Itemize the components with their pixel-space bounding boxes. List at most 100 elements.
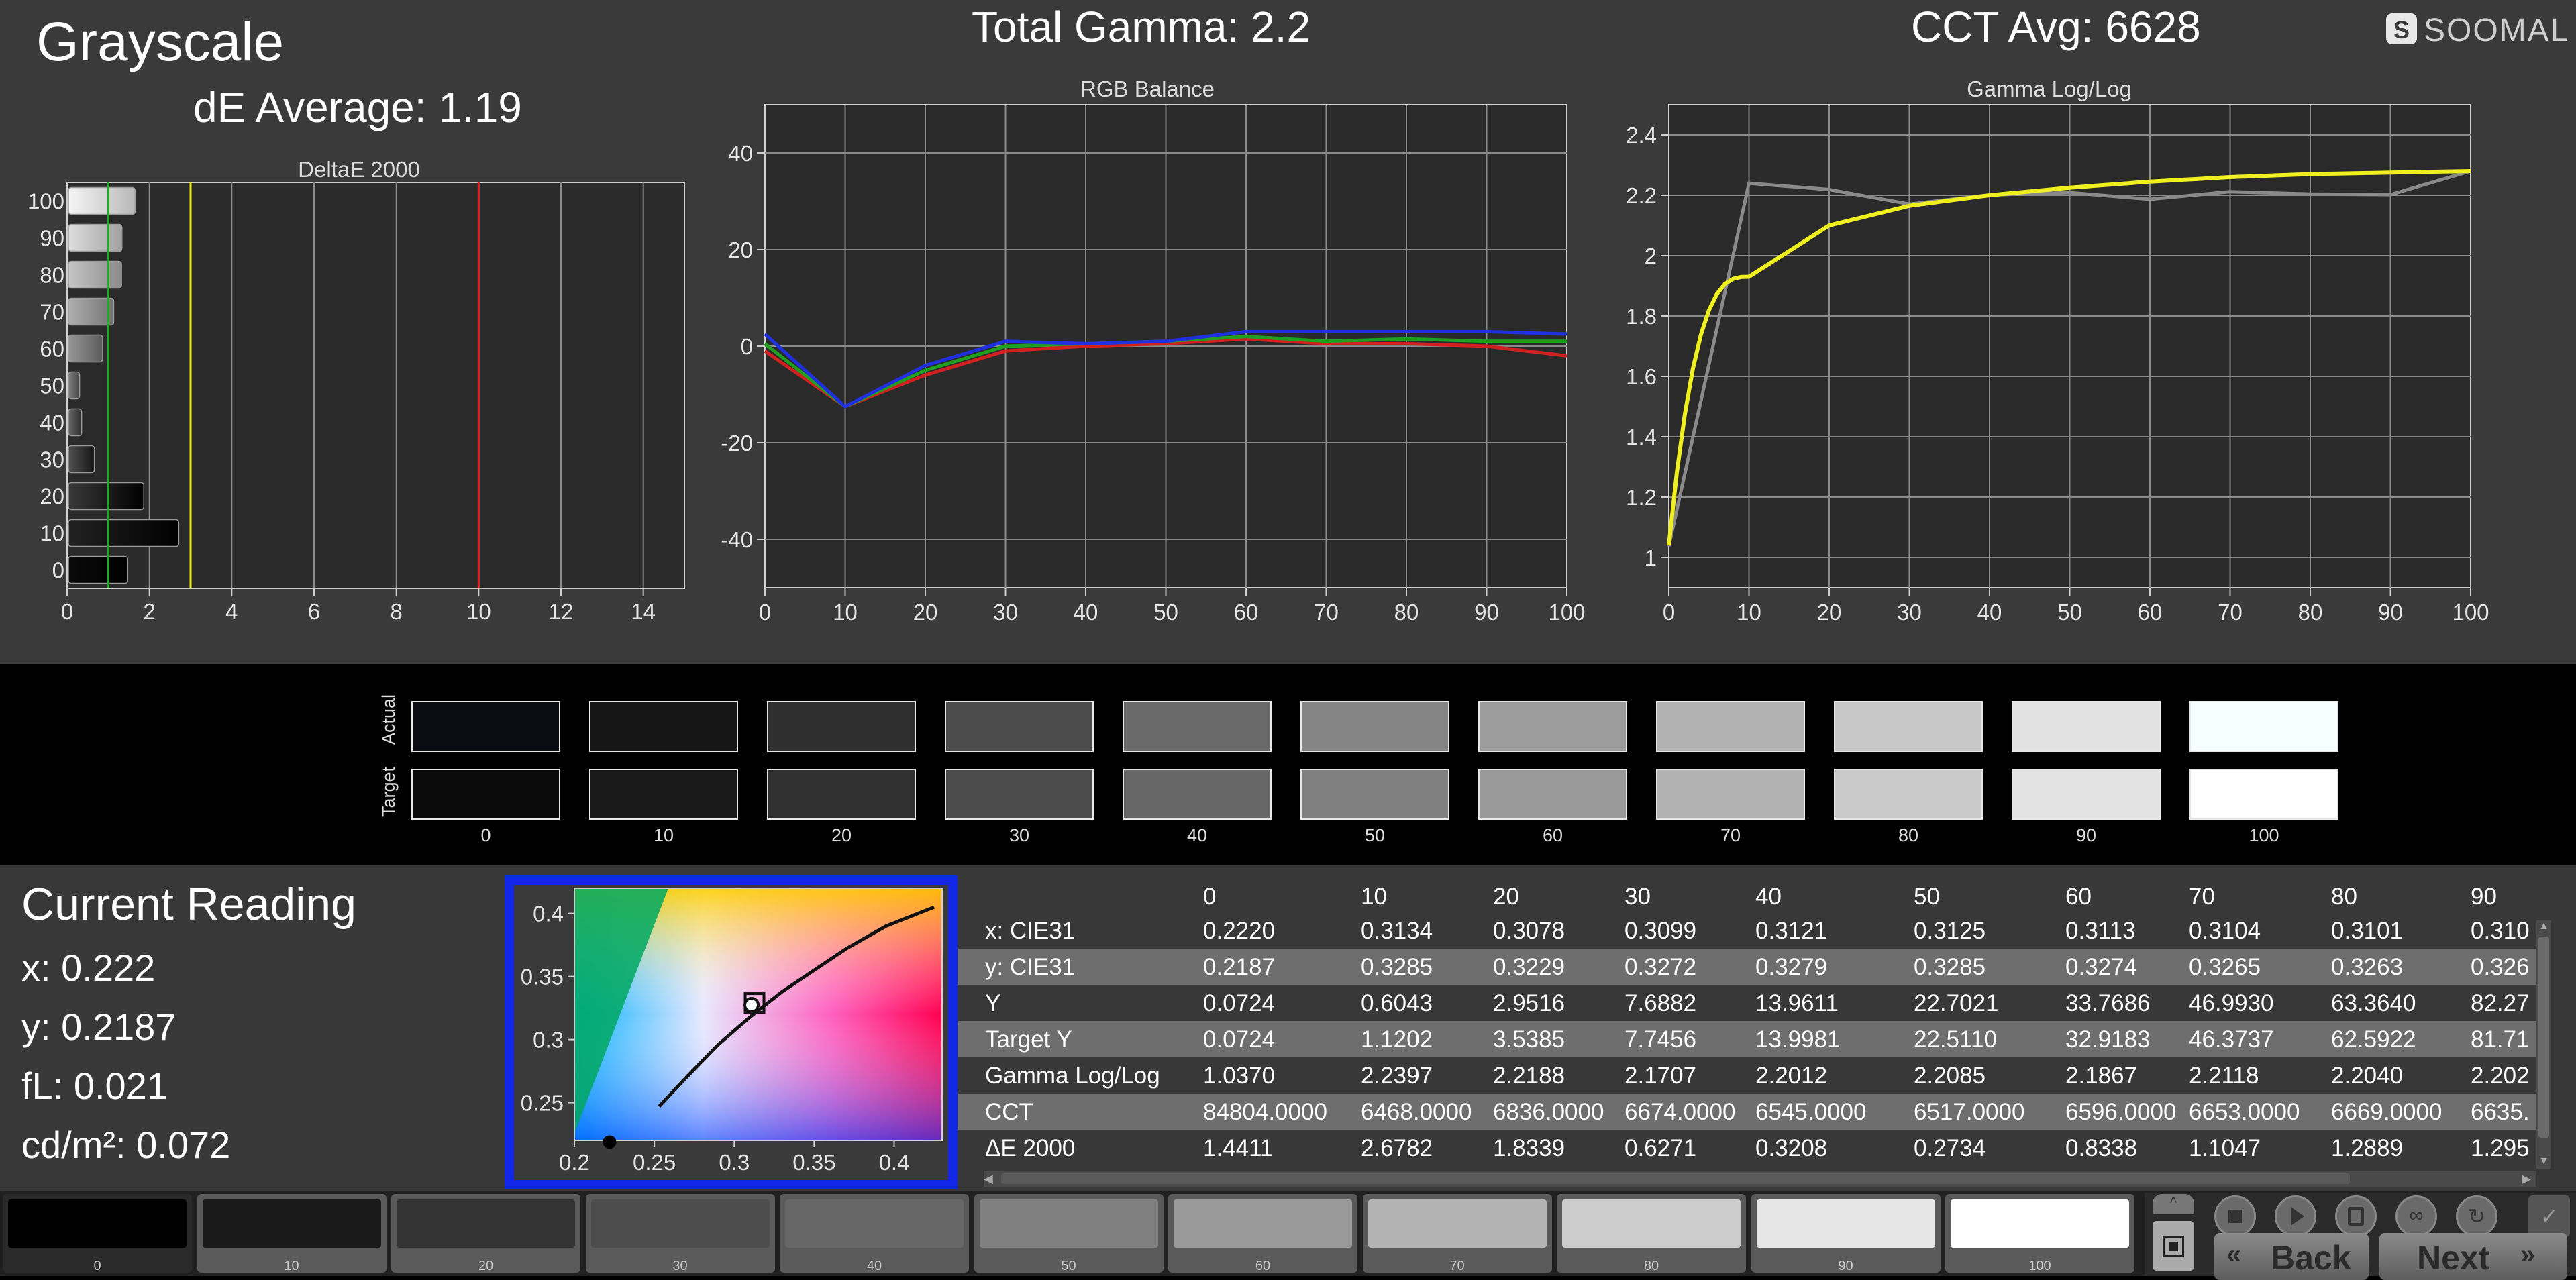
- table-row[interactable]: Target Y 0.0724 1.1202 3.5385 7.7456 13.9981 2…: [958, 1021, 2536, 1057]
- swatch-level-label: 40: [1186, 825, 1208, 845]
- scroll-thumb[interactable]: [2538, 937, 2549, 1138]
- actual-swatch: [1123, 701, 1272, 752]
- table-vertical-scrollbar[interactable]: ▲ ▼: [2536, 920, 2551, 1169]
- current-reading-title: Current Reading: [21, 879, 356, 930]
- stop-button[interactable]: [2214, 1195, 2256, 1237]
- table-cell: 2.2040: [2331, 1063, 2404, 1089]
- table-cell: 0.3104: [2189, 918, 2261, 944]
- table-row[interactable]: CCT 84804.0000 6468.0000 6836.0000 6674.0000…: [958, 1094, 2536, 1130]
- patch-button[interactable]: 10: [197, 1194, 387, 1273]
- patch-button[interactable]: 0: [3, 1194, 192, 1273]
- patch-label: 20: [478, 1259, 494, 1273]
- table-column-header: 70: [2189, 884, 2215, 910]
- deltae-y-tick-label: 70: [40, 300, 64, 325]
- table-cell: 0.3285: [1361, 954, 1433, 980]
- patch-color: [397, 1199, 575, 1248]
- deltae-y-tick-label: 0: [52, 558, 64, 583]
- scroll-right-icon[interactable]: ▶: [2522, 1172, 2535, 1185]
- deltae-y-tick-label: 50: [40, 374, 64, 398]
- table-row[interactable]: y: CIE31 0.2187 0.3285 0.3229 0.3272 0.3279 0.…: [958, 949, 2536, 985]
- table-row[interactable]: Y 0.0724 0.6043 2.9516 7.6882 13.9611 22.7021 3…: [958, 985, 2536, 1021]
- play-button[interactable]: [2275, 1195, 2316, 1237]
- patch-button[interactable]: 60: [1168, 1194, 1357, 1273]
- scroll-up-icon[interactable]: ▲: [2538, 920, 2550, 932]
- patch-button[interactable]: 100: [1945, 1194, 2134, 1273]
- rgb-y-tick-label: 20: [728, 237, 753, 262]
- patch-label: 100: [2028, 1259, 2051, 1273]
- target-swatch: [1656, 769, 1805, 820]
- table-column-header: 40: [1755, 884, 1782, 910]
- actual-swatch: [2012, 701, 2161, 752]
- deltae-y-tick-label: 40: [40, 411, 64, 435]
- deltae-x-tick-label: 2: [143, 599, 155, 624]
- table-cell: 6635.: [2471, 1099, 2530, 1125]
- patch-label: 70: [1449, 1259, 1465, 1273]
- patch-color: [202, 1199, 381, 1248]
- patch-button[interactable]: 50: [974, 1194, 1164, 1273]
- table-horizontal-scrollbar[interactable]: ◀ ▶: [984, 1171, 2536, 1187]
- patch-button[interactable]: 20: [391, 1194, 580, 1273]
- swatch-level-label: 60: [1542, 825, 1563, 845]
- table-cell: 0.326: [2471, 954, 2530, 980]
- swatch-level-label: 30: [1009, 825, 1030, 845]
- patch-button[interactable]: 40: [780, 1194, 969, 1273]
- data-table: 0 10 20 30 40 50 60 70 80 90 x: CIE31 0.2220 0.3134 0…: [958, 875, 2536, 1171]
- record-button[interactable]: [2153, 1221, 2194, 1271]
- table-cell: 2.2085: [1914, 1063, 1986, 1089]
- patch-button[interactable]: 90: [1751, 1194, 1941, 1273]
- table-cell: 0.3272: [1625, 954, 1697, 980]
- target-swatch: [411, 769, 560, 820]
- table-column-header: 50: [1914, 884, 1940, 910]
- table-cell: 0.3125: [1914, 918, 1986, 944]
- patch-color: [1174, 1199, 1352, 1248]
- table-row-label: ΔE 2000: [985, 1135, 1076, 1161]
- next-button[interactable]: Next »: [2379, 1233, 2567, 1280]
- table-cell: 33.7686: [2065, 990, 2151, 1016]
- deltae-y-tick-label: 20: [40, 484, 64, 509]
- patch-button[interactable]: 70: [1362, 1194, 1552, 1273]
- swatch-level-label: 50: [1364, 825, 1386, 845]
- actual-row-label: Actual: [378, 694, 399, 745]
- table-cell: 2.9516: [1493, 990, 1565, 1016]
- deltae-y-tick-label: 30: [40, 447, 64, 472]
- scroll-hthumb[interactable]: [1001, 1173, 2350, 1184]
- table-column-header: 80: [2331, 884, 2357, 910]
- patch-label: 0: [93, 1259, 101, 1273]
- patch-button[interactable]: 30: [585, 1194, 775, 1273]
- patch-label: 10: [284, 1259, 299, 1273]
- back-button[interactable]: « Back: [2214, 1233, 2369, 1280]
- stop-square-icon: [2163, 1236, 2184, 1257]
- table-cell: 1.1047: [2189, 1135, 2261, 1161]
- table-row[interactable]: ΔE 2000 1.4411 2.6782 1.8339 0.6271 0.3208 0.2…: [958, 1130, 2536, 1166]
- table-cell: 7.7456: [1625, 1026, 1697, 1053]
- table-cell: 0.2187: [1203, 954, 1276, 980]
- table-column-header: 20: [1493, 884, 1519, 910]
- table-row[interactable]: x: CIE31 0.2220 0.3134 0.3078 0.3099 0.3121 0.…: [958, 912, 2536, 949]
- deltae-x-tick-label: 12: [549, 599, 574, 624]
- rgb-x-tick-label: 90: [1474, 600, 1499, 625]
- table-cell: 1.4411: [1203, 1135, 1274, 1161]
- table-cell: 2.6782: [1361, 1135, 1433, 1161]
- loop-button[interactable]: ∞: [2395, 1195, 2437, 1237]
- table-row-label: CCT: [985, 1099, 1033, 1125]
- gamma-x-tick-label: 70: [2218, 600, 2243, 625]
- reading-x: x: 0.222: [21, 947, 156, 989]
- scroll-left-icon[interactable]: ◀: [984, 1172, 997, 1185]
- charts-canvas: 0 2 4 6 8 10 12 1401020304050607080901000 10 20 30…: [28, 104, 2489, 625]
- reading-cdm2: cd/m²: 0.072: [21, 1124, 231, 1166]
- actual-swatch: [1300, 701, 1449, 752]
- up-arrow-button[interactable]: ^: [2153, 1194, 2194, 1214]
- reading-y: y: 0.2187: [21, 1006, 176, 1048]
- table-cell: 0.6043: [1361, 990, 1433, 1016]
- table-header: 0 10 20 30 40 50 60 70 80 90: [958, 875, 2536, 910]
- gamma-x-tick-label: 50: [2057, 600, 2082, 625]
- refresh-button[interactable]: ↻: [2456, 1195, 2497, 1237]
- table-cell: 7.6882: [1625, 990, 1697, 1016]
- patch-button[interactable]: 80: [1557, 1194, 1746, 1273]
- check-button[interactable]: ✓: [2528, 1195, 2570, 1237]
- table-row[interactable]: Gamma Log/Log 1.0370 2.2397 2.2188 2.1707 2.2…: [958, 1057, 2536, 1094]
- table-cell: 0.6271: [1625, 1135, 1697, 1161]
- rgb-x-tick-label: 20: [913, 600, 938, 625]
- save-button[interactable]: [2335, 1195, 2377, 1237]
- scroll-down-icon[interactable]: ▼: [2538, 1155, 2550, 1167]
